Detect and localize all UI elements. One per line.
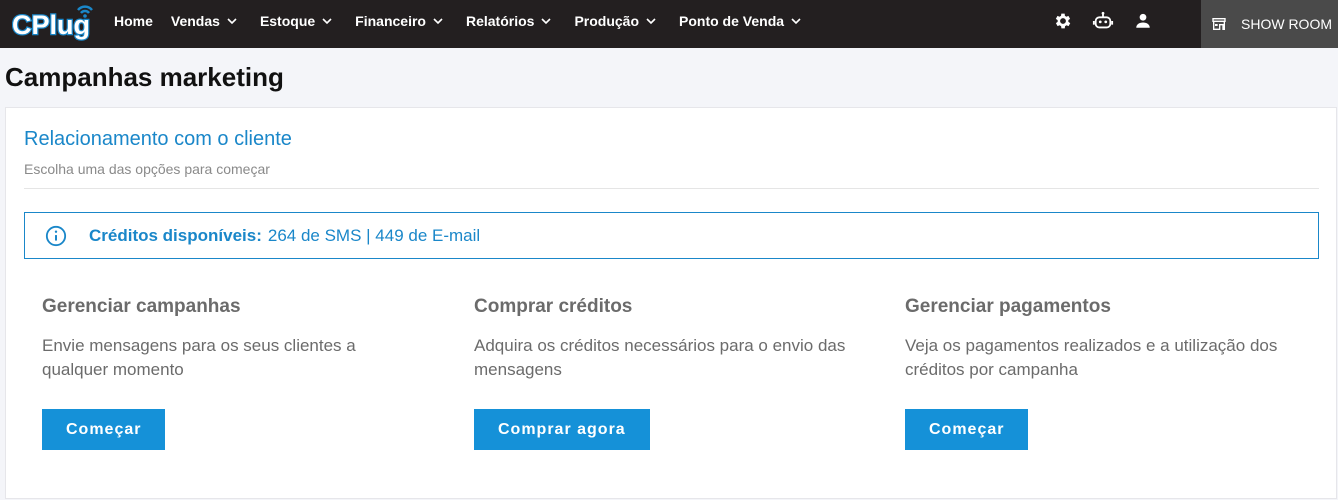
- robot-icon: [1092, 11, 1114, 29]
- option-buy-credits: Comprar créditos Adquira os créditos nec…: [474, 296, 874, 450]
- chevron-down-icon: [322, 18, 332, 25]
- assistant-button[interactable]: [1092, 10, 1114, 32]
- chevron-down-icon: [227, 18, 237, 25]
- top-navbar: CPlug Home Vendas Estoque Financeiro Rel…: [0, 0, 1338, 48]
- nav-financeiro[interactable]: Financeiro: [355, 13, 444, 29]
- user-icon: [1136, 13, 1150, 28]
- credits-value: 264 de SMS | 449 de E-mail: [267, 225, 481, 245]
- logo-text: CPlug: [12, 10, 90, 40]
- divider: [24, 188, 1319, 189]
- user-menu-button[interactable]: [1132, 10, 1154, 32]
- chevron-down-icon: [791, 18, 801, 25]
- nav-home-label: Home: [114, 13, 153, 29]
- settings-button[interactable]: [1052, 10, 1074, 32]
- chevron-down-icon: [541, 18, 552, 25]
- nav-producao-label: Produção: [574, 13, 640, 29]
- option-title: Gerenciar pagamentos: [905, 296, 1111, 317]
- buy-now-button[interactable]: Comprar agora: [474, 409, 650, 450]
- credits-label: Créditos disponíveis:: [89, 225, 262, 245]
- card-subtitle: Escolha uma das opções para começar: [24, 161, 270, 177]
- nav-vendas-label: Vendas: [170, 13, 220, 29]
- option-description: Veja os pagamentos realizados e a utiliz…: [905, 336, 1278, 379]
- nav-home[interactable]: Home: [114, 13, 153, 29]
- store-icon: [1212, 18, 1226, 30]
- card-title: Relacionamento com o cliente: [24, 128, 292, 150]
- nav-relatorios[interactable]: Relatórios: [466, 13, 552, 29]
- nav-estoque-label: Estoque: [259, 13, 316, 29]
- option-title: Gerenciar campanhas: [42, 296, 241, 317]
- page-title: Campanhas marketing: [5, 62, 284, 92]
- nav-ponto-de-venda[interactable]: Ponto de Venda: [679, 13, 802, 29]
- main-nav: Home Vendas Estoque Financeiro Relatório…: [114, 0, 824, 42]
- nav-relatorios-label: Relatórios: [465, 13, 535, 29]
- option-manage-payments: Gerenciar pagamentos Veja os pagamentos …: [905, 296, 1305, 450]
- credits-banner: Créditos disponíveis: 264 de SMS | 449 d…: [24, 212, 1319, 259]
- showroom-button[interactable]: SHOW ROOM: [1201, 0, 1338, 48]
- start-campaigns-button[interactable]: Começar: [42, 409, 166, 450]
- nav-financeiro-label: Financeiro: [355, 13, 426, 29]
- cplug-logo[interactable]: CPlug: [12, 1, 98, 41]
- relationship-card: Relacionamento com o cliente Escolha uma…: [5, 107, 1337, 499]
- chevron-down-icon: [433, 18, 443, 25]
- chevron-down-icon: [646, 18, 656, 25]
- topbar-actions: [1052, 0, 1172, 42]
- showroom-label: SHOW ROOM: [1241, 16, 1332, 32]
- nav-producao[interactable]: Produção: [574, 13, 657, 29]
- info-icon: [45, 225, 67, 246]
- option-description: Envie mensagens para os seus clientes a …: [42, 336, 356, 379]
- option-title: Comprar créditos: [474, 296, 633, 317]
- option-manage-campaigns: Gerenciar campanhas Envie mensagens para…: [42, 296, 442, 450]
- gear-icon: [1055, 13, 1071, 29]
- nav-ponto-de-venda-label: Ponto de Venda: [679, 13, 785, 29]
- nav-vendas[interactable]: Vendas: [171, 13, 238, 29]
- nav-estoque[interactable]: Estoque: [260, 13, 333, 29]
- option-description: Adquira os créditos necessários para o e…: [474, 336, 846, 379]
- start-payments-button[interactable]: Começar: [905, 409, 1029, 450]
